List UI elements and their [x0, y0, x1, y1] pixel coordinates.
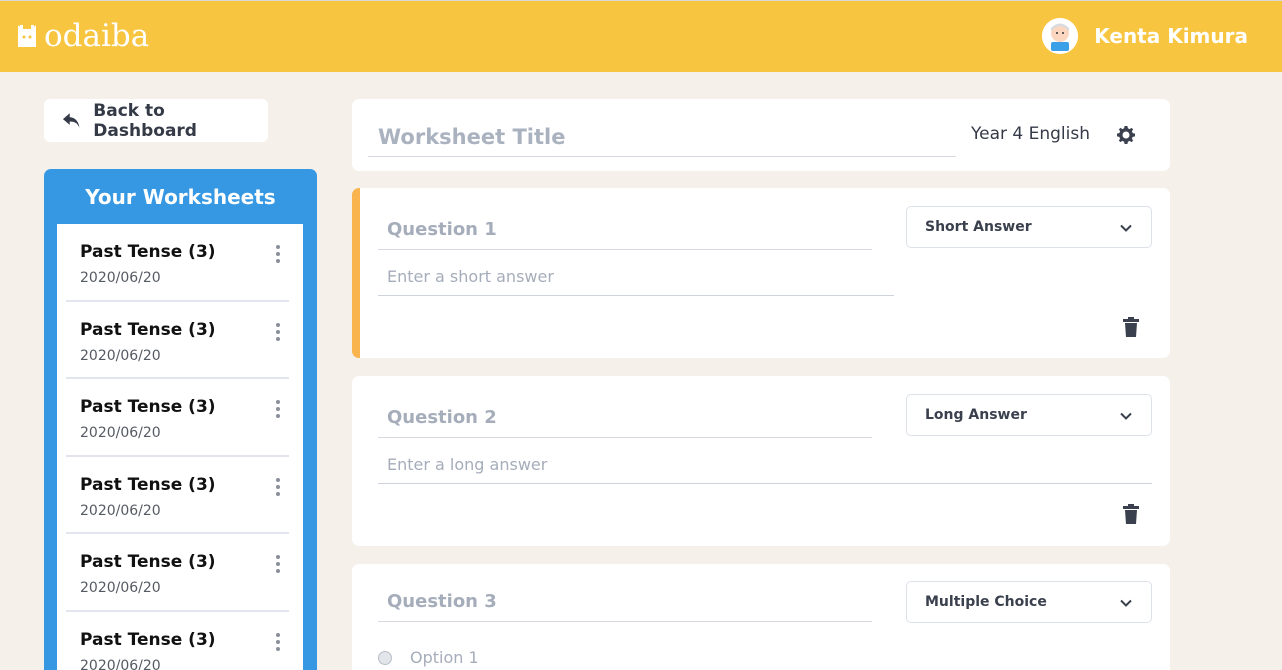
worksheet-name: Past Tense (3): [80, 242, 216, 262]
subject-label: Year 4 English: [971, 124, 1090, 144]
trash-icon[interactable]: [1122, 504, 1140, 524]
user-menu[interactable]: Kenta Kimura: [1042, 18, 1248, 54]
option-radio[interactable]: [378, 650, 392, 665]
worksheet-name: Past Tense (3): [80, 629, 216, 650]
worksheet-item[interactable]: Past Tense (3) 2020/06/20: [66, 302, 289, 380]
question-card: Short Answer: [352, 188, 1170, 358]
avatar[interactable]: [1042, 18, 1079, 54]
question-title-input[interactable]: [378, 398, 872, 438]
chevron-down-icon: [1120, 599, 1132, 607]
worksheet-item[interactable]: Past Tense (3) 2020/06/20: [66, 534, 289, 612]
logo-text: odaiba: [44, 18, 150, 54]
gear-icon[interactable]: [1116, 125, 1136, 145]
worksheet-date: 2020/06/20: [80, 502, 161, 519]
question-type-label: Short Answer: [925, 219, 1032, 235]
worksheet-name: Past Tense (3): [80, 319, 216, 340]
question-card: Multiple Choice Option 1: [352, 564, 1170, 670]
question-title-input[interactable]: [378, 210, 872, 250]
option-label: Option 1: [410, 648, 479, 667]
question-type-select[interactable]: Multiple Choice: [906, 581, 1152, 623]
worksheet-name: Past Tense (3): [80, 474, 216, 495]
question-type-select[interactable]: Short Answer: [906, 206, 1152, 248]
worksheets-sidebar: Your Worksheets Past Tense (3) 2020/06/2…: [44, 169, 317, 670]
more-vertical-icon[interactable]: [273, 322, 283, 342]
worksheet-list: Past Tense (3) 2020/06/20 Past Tense (3)…: [57, 224, 303, 670]
worksheet-header-card: Year 4 English: [352, 99, 1170, 171]
worksheet-item[interactable]: Past Tense (3) 2020/06/20: [66, 612, 289, 670]
more-vertical-icon[interactable]: [273, 554, 283, 574]
back-label: Back to Dashboard: [93, 100, 197, 141]
top-bar: odaiba Kenta Kimura: [0, 0, 1282, 72]
worksheet-date: 2020/06/20: [80, 347, 161, 364]
worksheet-date: 2020/06/20: [80, 657, 161, 670]
choice-option[interactable]: Option 1: [378, 648, 479, 667]
more-vertical-icon[interactable]: [273, 399, 283, 419]
question-type-label: Multiple Choice: [925, 594, 1047, 610]
reply-arrow-icon: [62, 112, 80, 128]
worksheet-name: Past Tense (3): [80, 552, 216, 573]
more-vertical-icon[interactable]: [273, 244, 283, 264]
chevron-down-icon: [1120, 224, 1132, 232]
more-vertical-icon[interactable]: [273, 632, 283, 652]
more-vertical-icon[interactable]: [273, 477, 283, 497]
avatar-icon: [1042, 18, 1079, 54]
worksheet-name: Past Tense (3): [80, 397, 216, 418]
question-type-select[interactable]: Long Answer: [906, 394, 1152, 436]
worksheet-date: 2020/06/20: [80, 270, 161, 286]
logo-icon: [18, 25, 36, 47]
sidebar-title: Your Worksheets: [85, 185, 276, 209]
worksheet-item[interactable]: Past Tense (3) 2020/06/20: [66, 457, 289, 535]
chevron-down-icon: [1120, 412, 1132, 420]
question-card: Long Answer: [352, 376, 1170, 546]
trash-icon[interactable]: [1122, 317, 1140, 337]
worksheet-date: 2020/06/20: [80, 580, 161, 597]
worksheet-item[interactable]: Past Tense (3) 2020/06/20: [66, 379, 289, 457]
worksheet-item[interactable]: Past Tense (3) 2020/06/20: [66, 224, 289, 302]
question-title-input[interactable]: [378, 582, 872, 622]
back-to-dashboard-button[interactable]: Back to Dashboard: [44, 99, 268, 142]
logo[interactable]: odaiba: [16, 18, 149, 54]
short-answer-input[interactable]: [378, 258, 894, 296]
worksheet-title-input[interactable]: [368, 117, 956, 157]
question-type-label: Long Answer: [925, 407, 1027, 423]
worksheet-date: 2020/06/20: [80, 425, 161, 442]
long-answer-input[interactable]: [378, 446, 1152, 484]
user-name: Kenta Kimura: [1094, 24, 1248, 48]
